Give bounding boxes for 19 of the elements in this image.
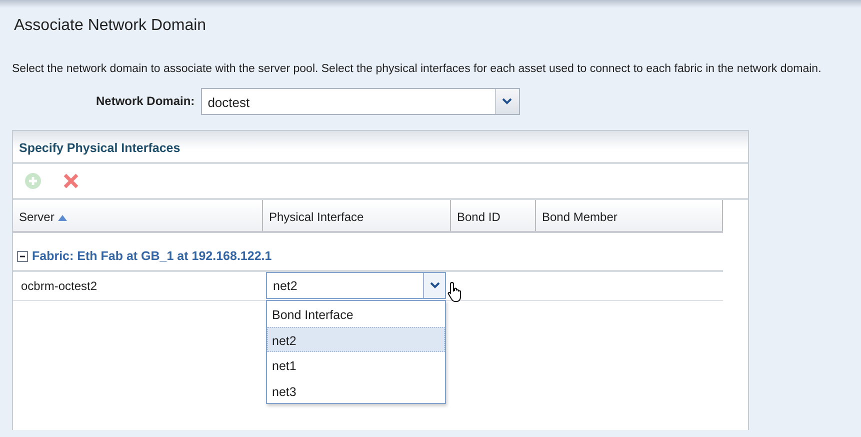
table-cell-text: ocbrm-octest2 — [20, 278, 98, 295]
dropdown-option[interactable]: net3 — [267, 378, 445, 404]
chevron-down-icon — [502, 98, 512, 104]
column-header[interactable]: Bond ID — [451, 200, 536, 231]
field-label: Network Domain: — [96, 93, 195, 110]
dropdown-option[interactable]: Bond Interface — [267, 301, 445, 327]
collapse-icon[interactable] — [17, 250, 28, 262]
description-text: Select the network domain to associate with the server pool. Select the physical interfaces for each asset used to connect to each fabric in the network domain. — [12, 62, 822, 77]
column-header[interactable]: Bond Member — [536, 200, 723, 231]
chevron-down-icon — [430, 282, 440, 290]
column-header[interactable]: Physical Interface — [263, 200, 451, 231]
group-label: Fabric: Eth Fab at GB_1 at 192.168.122.1 — [32, 248, 272, 265]
panel-title: Specify Physical Interfaces — [13, 131, 748, 164]
delete-button[interactable] — [61, 171, 81, 191]
network-domain-select[interactable]: doctest — [200, 88, 520, 114]
dropdown-option[interactable]: net1 — [267, 352, 445, 378]
page-title: Associate Network Domain — [14, 16, 208, 36]
column-header[interactable]: Server — [13, 200, 263, 231]
dropdown-option[interactable]: net2 — [267, 326, 445, 352]
